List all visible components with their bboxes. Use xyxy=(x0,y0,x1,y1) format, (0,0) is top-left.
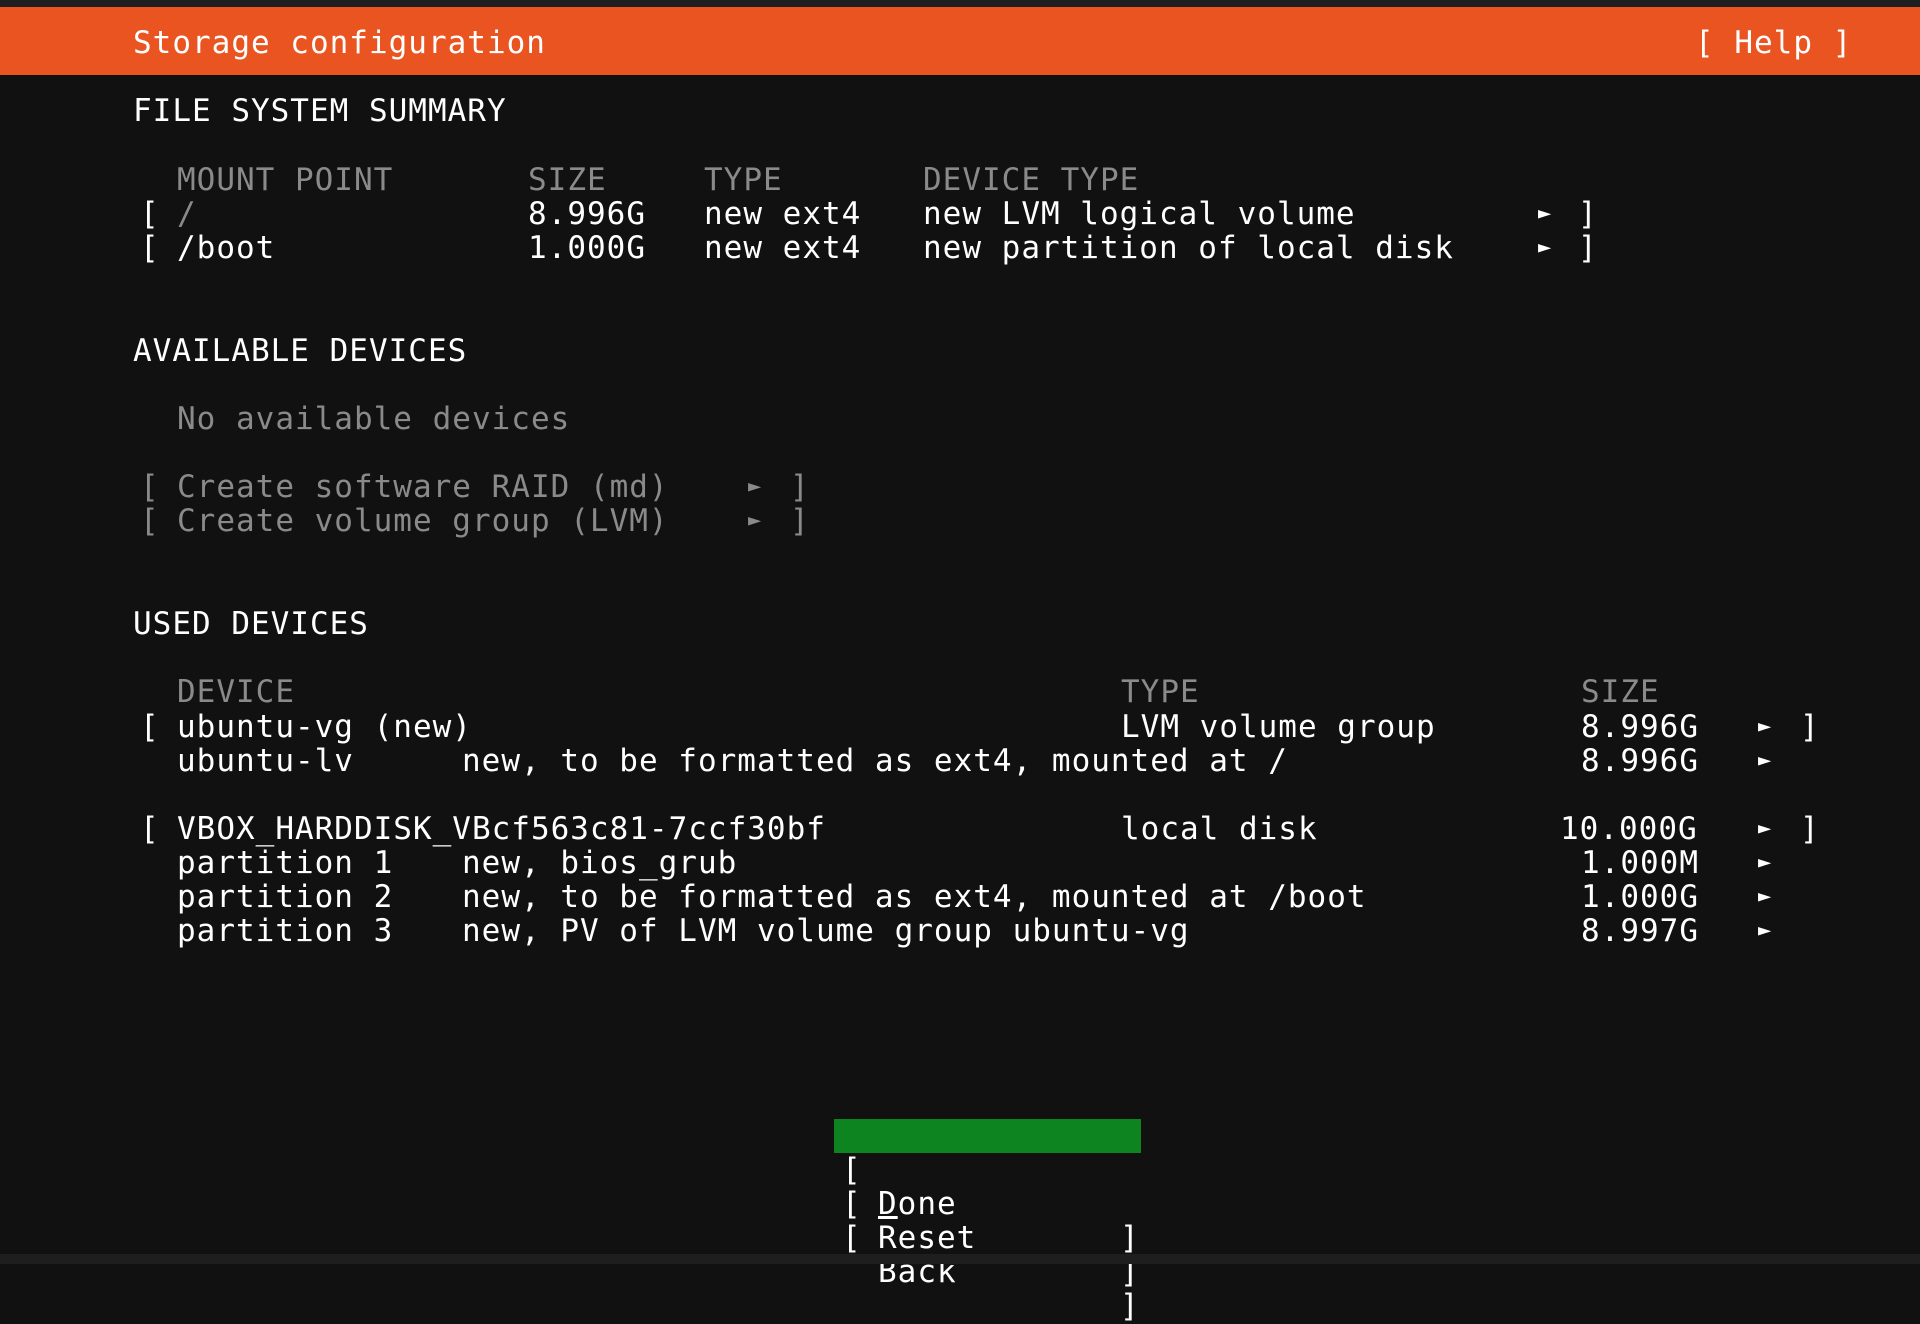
child-name: partition 3 xyxy=(177,913,394,949)
mount-point: / xyxy=(177,196,197,232)
close-bracket: ] xyxy=(790,503,810,539)
open-bracket: [ xyxy=(140,196,160,232)
column-size: SIZE xyxy=(528,162,607,198)
close-bracket: ] xyxy=(1120,1288,1140,1324)
page-title: Storage configuration xyxy=(133,25,546,61)
device-name: VBOX_HARDDISK_VBcf563c81-7ccf30bf xyxy=(177,811,826,847)
open-bracket: [ xyxy=(140,709,160,745)
fs-device-type: new partition of local disk xyxy=(923,230,1454,266)
open-bracket: [ xyxy=(842,1220,862,1256)
right-triangle-icon: ► xyxy=(1758,748,1773,773)
open-bracket: [ xyxy=(140,811,160,847)
right-triangle-icon: ► xyxy=(748,474,763,499)
child-desc: new, to be formatted as ext4, mounted at… xyxy=(462,743,1288,779)
child-desc: new, bios_grub xyxy=(462,845,738,881)
device-type: local disk xyxy=(1121,811,1318,847)
device-type: LVM volume group xyxy=(1121,709,1436,745)
child-size: 8.996G xyxy=(1581,743,1699,779)
right-triangle-icon: ► xyxy=(1758,918,1773,943)
child-name: partition 2 xyxy=(177,879,394,915)
create-lvm-label: Create volume group (LVM) xyxy=(177,503,669,539)
right-triangle-icon: ► xyxy=(1758,850,1773,875)
child-size: 1.000G xyxy=(1581,879,1699,915)
column-type: TYPE xyxy=(704,162,783,198)
fs-device-type: new LVM logical volume xyxy=(923,196,1356,232)
open-bracket: [ xyxy=(140,503,160,539)
bottom-strip xyxy=(0,1254,1920,1264)
device-size: 10.000G xyxy=(1560,811,1698,847)
child-name: partition 1 xyxy=(177,845,394,881)
child-desc: new, PV of LVM volume group ubuntu-vg xyxy=(462,913,1190,949)
child-size: 8.997G xyxy=(1581,913,1699,949)
back-button[interactable]: [ Back ] xyxy=(834,1187,1141,1323)
open-bracket: [ xyxy=(140,230,160,266)
right-triangle-icon: ► xyxy=(1538,201,1553,226)
close-bracket: ] xyxy=(1578,196,1598,232)
no-devices-text: No available devices xyxy=(177,401,571,437)
close-bracket: ] xyxy=(1120,1220,1140,1256)
close-bracket: ] xyxy=(1800,709,1820,745)
column-device: DEVICE xyxy=(177,674,295,710)
column-size: SIZE xyxy=(1581,674,1660,710)
help-button[interactable]: [ Help ] xyxy=(1695,25,1852,61)
open-bracket: [ xyxy=(140,469,160,505)
fs-type: new ext4 xyxy=(704,196,862,232)
close-bracket: ] xyxy=(1578,230,1598,266)
header-bar: Storage configuration [ Help ] xyxy=(0,7,1920,75)
column-device-type: DEVICE TYPE xyxy=(923,162,1140,198)
available-devices-heading: AVAILABLE DEVICES xyxy=(133,333,468,369)
reset-button[interactable]: [ Reset ] xyxy=(834,1153,1141,1289)
device-size: 8.996G xyxy=(1581,709,1699,745)
create-raid-label: Create software RAID (md) xyxy=(177,469,669,505)
right-triangle-icon: ► xyxy=(1758,884,1773,909)
fs-type: new ext4 xyxy=(704,230,862,266)
right-triangle-icon: ► xyxy=(1758,816,1773,841)
fs-size: 1.000G xyxy=(528,230,646,266)
child-name: ubuntu-lv xyxy=(177,743,354,779)
child-desc: new, to be formatted as ext4, mounted at… xyxy=(462,879,1367,915)
mount-point: /boot xyxy=(177,230,276,266)
right-triangle-icon: ► xyxy=(748,508,763,533)
column-type: TYPE xyxy=(1121,674,1200,710)
right-triangle-icon: ► xyxy=(1758,714,1773,739)
column-mount-point: MOUNT POINT xyxy=(177,162,394,198)
fs-size: 8.996G xyxy=(528,196,646,232)
top-strip xyxy=(0,0,1920,7)
used-devices-heading: USED DEVICES xyxy=(133,606,369,642)
right-triangle-icon: ► xyxy=(1538,235,1553,260)
done-button[interactable]: [ Done ] xyxy=(834,1119,1141,1255)
device-name: ubuntu-vg (new) xyxy=(177,709,472,745)
child-size: 1.000M xyxy=(1581,845,1699,881)
close-bracket: ] xyxy=(790,469,810,505)
filesystem-summary-heading: FILE SYSTEM SUMMARY xyxy=(133,93,507,129)
reset-label: Reset xyxy=(878,1220,977,1256)
close-bracket: ] xyxy=(1800,811,1820,847)
